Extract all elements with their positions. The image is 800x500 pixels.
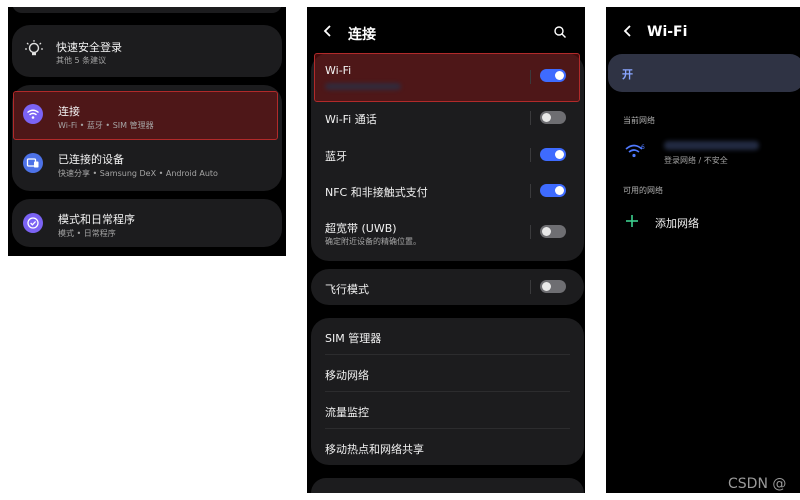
devices-icon	[23, 153, 43, 173]
current-network-status: 登录网络 / 不安全	[664, 156, 728, 165]
mobile-network-item[interactable]: 移动网络	[325, 367, 369, 383]
bluetooth-label: 蓝牙	[325, 150, 347, 163]
watermark: CSDN @	[728, 476, 787, 492]
wifi-calling-label: Wi-Fi 通话	[325, 113, 377, 126]
divider	[325, 354, 570, 355]
quick-login-title: 快速安全登录	[56, 41, 122, 54]
modes-routines-item[interactable]: 模式和日常程序 模式 • 日常程序	[12, 199, 282, 247]
current-network-header: 当前网络	[623, 116, 655, 125]
next-card-edge	[311, 478, 584, 493]
uwb-toggle[interactable]	[540, 225, 566, 238]
wifi-calling-toggle[interactable]	[540, 111, 566, 124]
connected-devices-item[interactable]: 已连接的设备 快速分享 • Samsung DeX • Android Auto	[12, 141, 282, 189]
search-icon[interactable]	[553, 25, 567, 39]
wifi-toggle[interactable]	[540, 69, 566, 82]
modes-routines-title: 模式和日常程序	[58, 213, 135, 226]
back-arrow-icon[interactable]	[321, 24, 335, 38]
wifi-calling-row[interactable]: Wi-Fi 通话	[311, 101, 584, 135]
quick-login-subtitle: 其他 5 条建议	[56, 56, 107, 65]
sim-manager-item[interactable]: SIM 管理器	[325, 330, 381, 346]
wifi-signal-icon: 6	[624, 142, 646, 160]
airplane-toggle[interactable]	[540, 280, 566, 293]
add-network-row[interactable]: 添加网络	[606, 205, 800, 239]
nfc-row[interactable]: NFC 和非接触式支付	[311, 174, 584, 208]
nfc-toggle[interactable]	[540, 184, 566, 197]
top-card-edge	[12, 7, 282, 13]
connected-devices-title: 已连接的设备	[58, 153, 124, 166]
plus-icon	[625, 214, 639, 228]
uwb-row[interactable]: 超宽带 (UWB) 确定附近设备的精确位置。	[311, 213, 584, 257]
uwb-label: 超宽带 (UWB)	[325, 222, 397, 235]
wifi-page-title: Wi-Fi	[647, 24, 688, 40]
wifi-label: Wi-Fi	[325, 64, 352, 77]
page-title: 连接	[348, 27, 376, 43]
connections-subtitle: Wi-Fi • 蓝牙 • SIM 管理器	[58, 121, 154, 130]
back-arrow-icon[interactable]	[621, 24, 635, 38]
current-network-row[interactable]: 6 登录网络 / 不安全	[606, 133, 800, 171]
airplane-separator	[530, 280, 531, 294]
add-network-label: 添加网络	[655, 217, 699, 230]
nfc-separator	[530, 184, 531, 198]
current-network-name-blurred	[664, 141, 759, 150]
airplane-mode-row[interactable]: 飞行模式	[311, 269, 584, 305]
svg-text:6: 6	[641, 144, 645, 151]
wifi-calling-separator	[530, 111, 531, 125]
connections-title: 连接	[58, 105, 80, 118]
check-circle-icon	[23, 213, 43, 233]
available-networks-header: 可用的网络	[623, 186, 663, 195]
nfc-label: NFC 和非接触式支付	[325, 186, 428, 199]
modes-routines-subtitle: 模式 • 日常程序	[58, 229, 116, 238]
bluetooth-separator	[530, 148, 531, 162]
uwb-subtitle: 确定附近设备的精确位置。	[325, 237, 421, 246]
data-usage-item[interactable]: 流量监控	[325, 404, 369, 420]
quick-login-card[interactable]: 快速安全登录 其他 5 条建议	[12, 25, 282, 77]
middle-phone-screen: 连接 Wi-Fi Wi-Fi 通话 蓝牙 NFC 和非接触式支付 超宽带 (UW…	[307, 7, 585, 493]
bluetooth-toggle[interactable]	[540, 148, 566, 161]
hotspot-item[interactable]: 移动热点和网络共享	[325, 441, 424, 457]
wifi-separator	[530, 70, 531, 84]
wifi-master-toggle-bar[interactable]: 开	[608, 54, 800, 92]
airplane-label: 飞行模式	[325, 283, 369, 296]
right-phone-screen: Wi-Fi 开 当前网络 6 登录网络 / 不安全 可用的网络 添加网络	[606, 7, 800, 493]
connections-item[interactable]: 连接 Wi-Fi • 蓝牙 • SIM 管理器	[12, 91, 282, 139]
divider	[325, 428, 570, 429]
lightbulb-icon	[24, 39, 44, 59]
divider	[325, 391, 570, 392]
wifi-network-blurred	[325, 83, 401, 90]
wifi-on-label: 开	[622, 68, 633, 81]
bluetooth-row[interactable]: 蓝牙	[311, 138, 584, 172]
wifi-row[interactable]: Wi-Fi	[311, 53, 584, 100]
connected-devices-subtitle: 快速分享 • Samsung DeX • Android Auto	[58, 169, 218, 178]
left-phone-screen: 快速安全登录 其他 5 条建议 连接 Wi-Fi • 蓝牙 • SIM 管理器 …	[8, 7, 286, 256]
wifi-icon	[23, 104, 43, 124]
uwb-separator	[530, 225, 531, 239]
